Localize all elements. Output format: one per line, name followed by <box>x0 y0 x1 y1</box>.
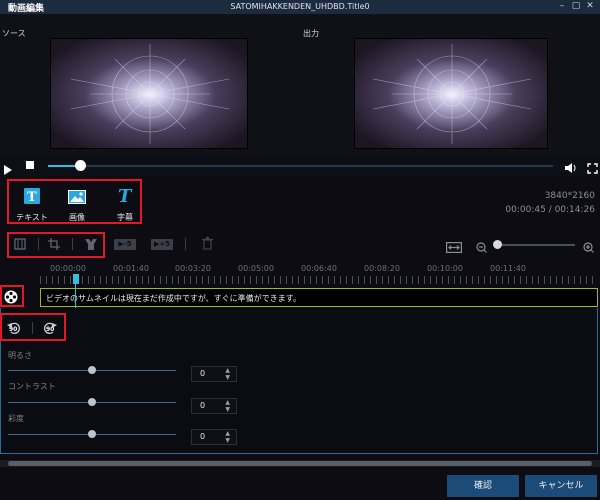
window-title: SATOMIHAKKENDEN_UHDBD.Title0 <box>230 2 370 11</box>
ruler-tick-label: 00:00:00 <box>50 264 86 273</box>
resolution-text: 3840*2160 <box>544 191 595 201</box>
fit-width-icon[interactable] <box>446 238 463 254</box>
saturation-value: 0 <box>200 432 206 441</box>
ruler-tick-label: 00:08:20 <box>364 264 400 273</box>
fullscreen-icon[interactable] <box>587 159 598 174</box>
stop-icon[interactable] <box>26 161 34 169</box>
zoom-slider-handle[interactable] <box>493 240 502 249</box>
contrast-input[interactable]: 0 ▲ ▼ <box>191 398 237 414</box>
separator <box>185 238 186 250</box>
rotate-left-label: 90 <box>9 326 18 333</box>
svg-text:T: T <box>27 190 37 204</box>
film-reel-icon[interactable] <box>4 289 18 304</box>
close-icon[interactable]: ✕ <box>584 1 596 12</box>
contrast-slider-handle[interactable] <box>88 398 96 406</box>
minimize-icon[interactable]: – <box>556 1 568 12</box>
ruler-tick-label: 00:06:40 <box>301 264 337 273</box>
text-tool-label[interactable]: テキスト <box>12 212 52 223</box>
ruler-tick-label: 00:05:00 <box>238 264 274 273</box>
image-icon[interactable] <box>68 189 86 204</box>
text-icon[interactable]: T <box>24 188 40 205</box>
spin-arrows-icon[interactable]: ▲ ▼ <box>225 430 230 444</box>
trash-icon[interactable] <box>202 237 213 250</box>
output-video <box>354 38 548 149</box>
ruler-tick-label: 00:11:40 <box>490 264 526 273</box>
rotate-right-label: 90 <box>46 326 55 333</box>
crop-icon[interactable] <box>48 238 60 250</box>
ruler-tick-label: 00:10:00 <box>427 264 463 273</box>
playhead[interactable] <box>73 274 79 284</box>
brightness-label: 明るさ <box>8 351 32 360</box>
contrast-value: 0 <box>200 401 206 410</box>
svg-text:T: T <box>118 186 133 204</box>
source-video <box>50 38 248 149</box>
cancel-button[interactable]: キャンセル <box>525 475 597 497</box>
maximize-icon[interactable]: ▢ <box>570 1 582 12</box>
zoom-in-icon[interactable] <box>583 238 594 253</box>
saturation-slider-handle[interactable] <box>88 430 96 438</box>
saturation-input[interactable]: 0 ▲ ▼ <box>191 429 237 445</box>
brightness-slider-handle[interactable] <box>88 366 96 374</box>
seek-track[interactable] <box>48 165 553 167</box>
ruler-tick-label: 00:01:40 <box>113 264 149 273</box>
confirm-button[interactable]: 確認 <box>447 475 519 497</box>
zoom-slider[interactable] <box>495 244 575 246</box>
subtitle-tool-label[interactable]: 字幕 <box>105 212 145 223</box>
brightness-input[interactable]: 0 ▲ ▼ <box>191 366 237 382</box>
image-tool-label[interactable]: 画像 <box>57 212 97 223</box>
effect-icon[interactable] <box>84 237 98 251</box>
playhead-line <box>75 284 76 308</box>
separator <box>32 322 33 334</box>
output-label: 出力 <box>303 29 319 38</box>
spin-arrows-icon[interactable]: ▲ ▼ <box>225 399 230 413</box>
skip-back-5-button[interactable]: ▶-5 <box>114 239 136 250</box>
zoom-out-icon[interactable] <box>476 238 487 253</box>
thumbnail-status-message: ビデオのサムネイルは現在まだ作成中ですが、すぐに準備ができます。 <box>46 294 301 303</box>
saturation-label: 彩度 <box>8 414 24 423</box>
play-icon[interactable] <box>4 160 12 175</box>
time-text: 00:00:45 / 00:14:26 <box>505 205 595 215</box>
subtitle-icon[interactable]: T <box>117 186 133 207</box>
brightness-value: 0 <box>200 369 206 378</box>
source-label: ソース <box>2 29 26 38</box>
ruler-ticks <box>40 276 595 284</box>
spin-arrows-icon[interactable]: ▲ ▼ <box>225 367 230 381</box>
horizontal-scrollbar-thumb[interactable] <box>8 461 592 466</box>
ruler-tick-label: 00:03:20 <box>175 264 211 273</box>
skip-forward-5-button[interactable]: ▶+5 <box>151 239 173 250</box>
film-icon[interactable] <box>14 238 26 250</box>
seek-handle[interactable] <box>75 160 86 171</box>
separator <box>38 238 39 250</box>
volume-icon[interactable] <box>565 159 577 173</box>
separator <box>72 238 73 250</box>
contrast-label: コントラスト <box>8 382 56 391</box>
